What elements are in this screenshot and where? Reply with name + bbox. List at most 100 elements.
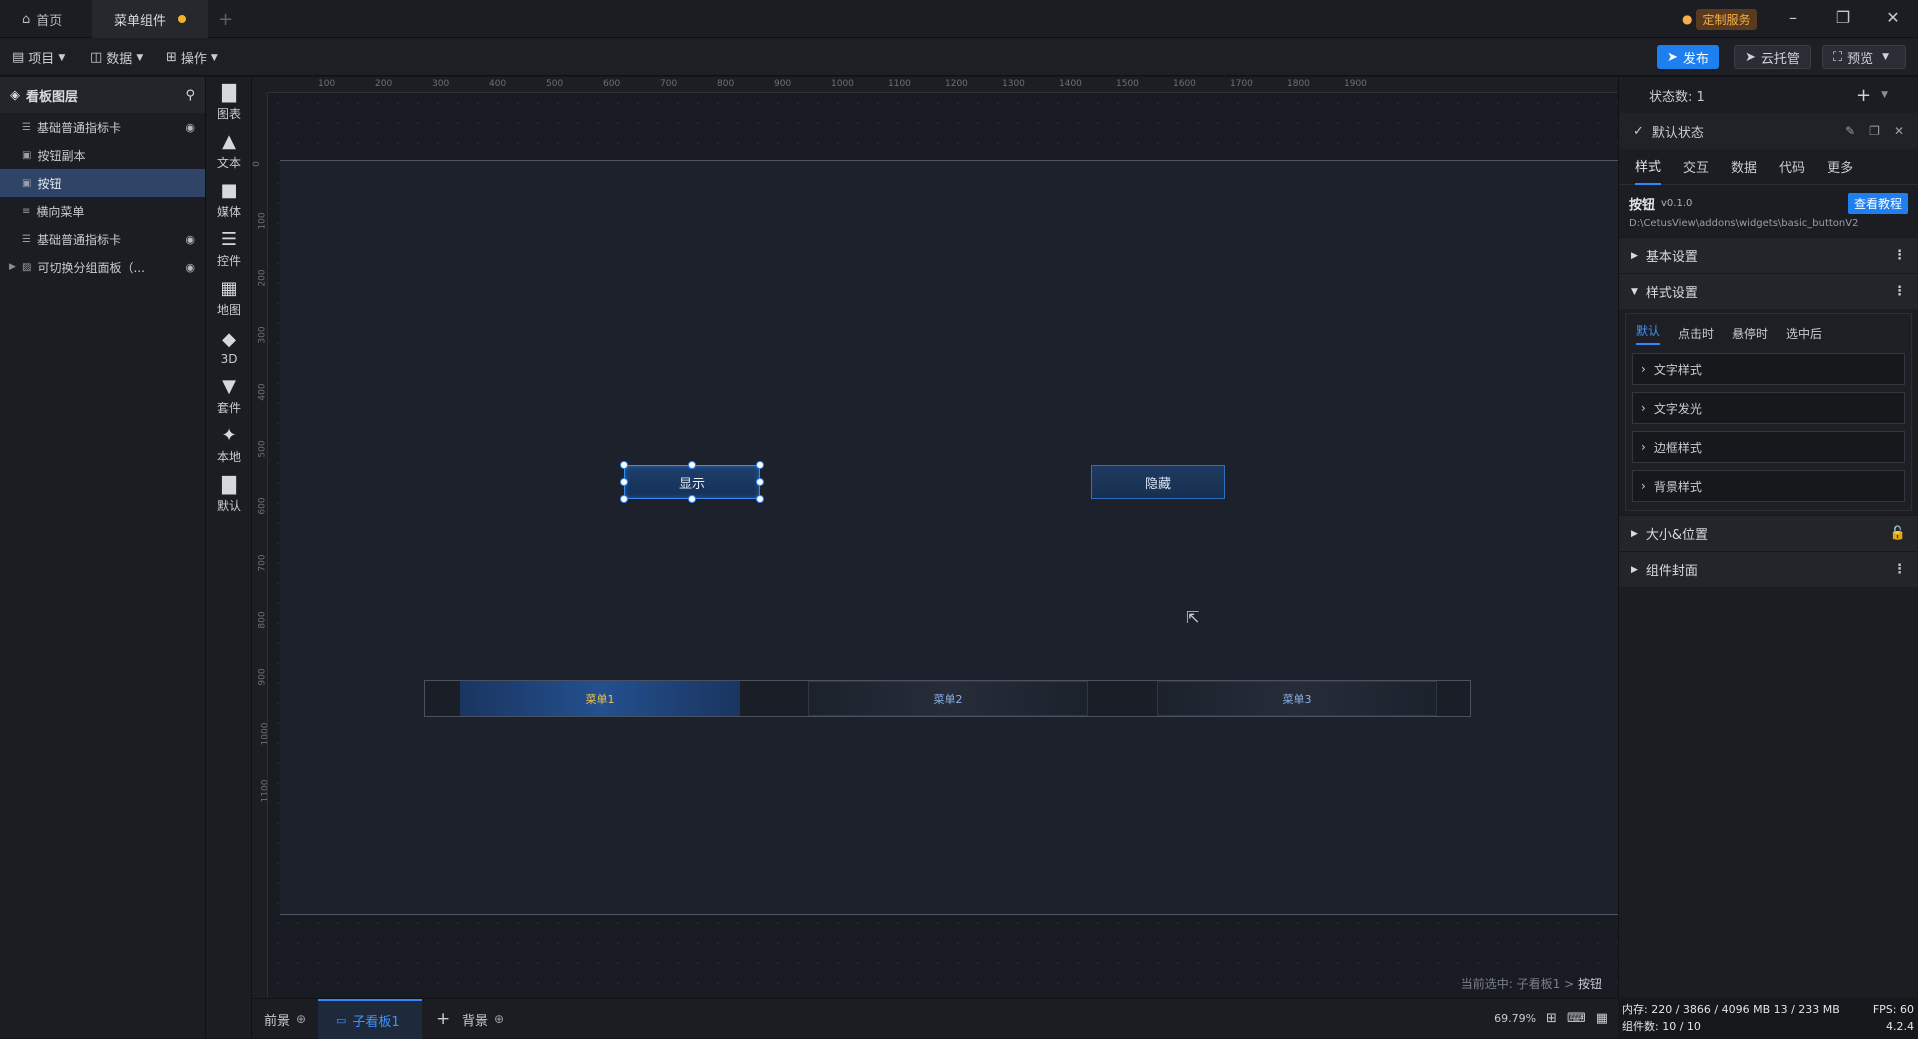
chart-layer-icon: ☰	[22, 233, 31, 245]
custom-service-button[interactable]: ● 定制服务	[1682, 8, 1757, 30]
layer-item[interactable]: ▶ ▨ 可切换分组面板（... ◉	[0, 253, 205, 281]
text-style-item[interactable]: › 文字样式	[1632, 353, 1905, 385]
search-icon[interactable]: ⚲	[185, 88, 195, 103]
style-tab-default[interactable]: 默认	[1636, 322, 1661, 345]
fit-screen-icon[interactable]: ⊞	[1546, 1011, 1557, 1026]
show-button-label: 显示	[678, 476, 705, 492]
dashboard-stage[interactable]: 显示 隐藏 菜单1 菜单2 菜单3 ⇱	[280, 160, 1618, 915]
resize-handle[interactable]	[688, 461, 696, 469]
hide-button-widget[interactable]: 隐藏	[1091, 465, 1225, 499]
bar-chart-icon: ▇	[222, 474, 236, 495]
more-vertical-icon[interactable]: ⋮	[1893, 284, 1906, 299]
resize-handle[interactable]	[620, 461, 628, 469]
show-button-widget[interactable]: 显示	[624, 465, 760, 499]
eye-hidden-icon[interactable]: ◉	[185, 233, 195, 246]
preview-button[interactable]: ⛶ 预览 ▼	[1822, 45, 1906, 69]
tab-code[interactable]: 代码	[1779, 157, 1805, 176]
ruler-tick-label: 1300	[1002, 79, 1025, 89]
resize-handle[interactable]	[620, 495, 628, 503]
view-tutorial-button[interactable]: 查看教程	[1847, 193, 1908, 214]
layer-item[interactable]: ≡ 横向菜单	[0, 197, 205, 225]
add-tab-icon[interactable]: +	[218, 9, 233, 30]
resize-handle[interactable]	[756, 495, 764, 503]
menu-item-1[interactable]: 菜单1	[460, 681, 740, 716]
layer-item[interactable]: ▣ 按钮副本	[0, 141, 205, 169]
memory-usage: 内存: 220 / 3866 / 4096 MB 13 / 233 MB	[1622, 1003, 1840, 1016]
style-tab-click[interactable]: 点击时	[1678, 325, 1714, 342]
copy-icon[interactable]: ❐	[1869, 124, 1880, 138]
lock-icon[interactable]: 🔓	[1890, 526, 1906, 541]
layer-item[interactable]: ☰ 基础普通指标卡 ◉	[0, 225, 205, 253]
component-category[interactable]: ▇ 默认	[206, 469, 252, 521]
add-subboard-icon[interactable]: +	[436, 999, 450, 1039]
text-glow-item[interactable]: › 文字发光	[1632, 392, 1905, 424]
add-circle-icon[interactable]: ⊕	[296, 1012, 306, 1026]
horizontal-menu-widget[interactable]: 菜单1 菜单2 菜单3	[424, 680, 1471, 717]
minimize-icon[interactable]: –	[1782, 8, 1804, 27]
keyboard-icon[interactable]: ⌨	[1567, 1011, 1586, 1026]
menu-project[interactable]: ▤ 项目 ▼	[12, 48, 65, 67]
component-category[interactable]: ☰ 控件	[206, 224, 252, 276]
close-icon[interactable]: ✕	[1882, 8, 1904, 27]
zoom-level[interactable]: 69.79%	[1494, 1012, 1536, 1025]
component-category[interactable]: ▼ 套件	[206, 371, 252, 423]
border-style-item[interactable]: › 边框样式	[1632, 431, 1905, 463]
add-circle-icon[interactable]: ⊕	[494, 1012, 504, 1026]
terminal-icon[interactable]: ▦	[1596, 1011, 1608, 1026]
edit-icon[interactable]: ✎	[1845, 124, 1855, 138]
section-size-position[interactable]: ▶ 大小&位置 🔓	[1619, 515, 1918, 551]
caret-right-icon[interactable]: ▶	[9, 262, 16, 272]
section-basic-settings[interactable]: ▶ 基本设置 ⋮	[1619, 237, 1918, 273]
resize-handle[interactable]	[756, 461, 764, 469]
layer-item[interactable]: ☰ 基础普通指标卡 ◉	[0, 113, 205, 141]
tab-more[interactable]: 更多	[1827, 157, 1853, 176]
tab-foreground[interactable]: 前景 ⊕	[264, 999, 306, 1039]
resize-handle[interactable]	[688, 495, 696, 503]
layer-item[interactable]: ▣ 按钮	[0, 169, 205, 197]
eye-hidden-icon[interactable]: ◉	[185, 121, 195, 134]
tab-menu-component[interactable]: 菜单组件	[92, 0, 208, 38]
publish-button[interactable]: ➤ 发布	[1657, 45, 1719, 69]
component-category[interactable]: ◆ 3D	[206, 322, 252, 374]
tab-style[interactable]: 样式	[1635, 148, 1662, 185]
menu-data[interactable]: ◫ 数据 ▼	[90, 48, 143, 67]
ruler-tick-label: 1100	[260, 779, 268, 803]
eye-hidden-icon[interactable]: ◉	[185, 261, 195, 274]
resize-handle[interactable]	[756, 478, 764, 486]
default-state-label: 默认状态	[1651, 125, 1704, 141]
component-category[interactable]: ✦ 本地	[206, 420, 252, 472]
default-state-row[interactable]: ✓ 默认状态 ✎ ❐ ✕	[1619, 113, 1918, 149]
close-icon[interactable]: ✕	[1894, 124, 1904, 138]
add-state-icon[interactable]: +	[1856, 85, 1871, 106]
canvas-area[interactable]: 100 200 300 400 500 600 700 800 900 1000 1100 1200 1…	[252, 77, 1618, 998]
tab-background[interactable]: 背景 ⊕	[462, 999, 504, 1039]
cloud-host-button[interactable]: ➤ 云托管	[1734, 45, 1811, 69]
resize-handle[interactable]	[620, 478, 628, 486]
background-style-item[interactable]: › 背景样式	[1632, 470, 1905, 502]
menu-item-3[interactable]: 菜单3	[1157, 681, 1437, 716]
menu-item-2[interactable]: 菜单2	[808, 681, 1088, 716]
style-tab-selected[interactable]: 选中后	[1786, 325, 1822, 342]
section-style-settings[interactable]: ▼ 样式设置 ⋮	[1619, 273, 1918, 309]
section-component-cover[interactable]: ▶ 组件封面 ⋮	[1619, 551, 1918, 587]
ruler-tick-label: 500	[546, 79, 564, 89]
check-icon: ✓	[1633, 123, 1644, 139]
more-vertical-icon[interactable]: ⋮	[1893, 562, 1906, 577]
tab-home[interactable]: ⌂ 首页	[0, 0, 92, 38]
restore-icon[interactable]: ❐	[1832, 8, 1854, 27]
more-vertical-icon[interactable]: ⋮	[1893, 248, 1906, 263]
tab-interaction[interactable]: 交互	[1683, 157, 1709, 176]
text-glow-label: 文字发光	[1653, 401, 1702, 416]
ruler-corner	[252, 77, 268, 93]
component-category[interactable]: ■ 媒体	[206, 175, 252, 227]
chevron-down-icon[interactable]: ▼	[1881, 90, 1888, 100]
status-bar: 内存: 220 / 3866 / 4096 MB 13 / 233 MB FPS…	[1618, 998, 1918, 1038]
component-category[interactable]: ▦ 地图	[206, 273, 252, 325]
style-tab-hover[interactable]: 悬停时	[1732, 325, 1768, 342]
menu-operation[interactable]: ⊞ 操作 ▼	[166, 48, 218, 67]
component-category-label: 文本	[216, 156, 241, 170]
component-category[interactable]: ▲ 文本	[206, 126, 252, 178]
component-category[interactable]: ▇ 图表	[206, 77, 252, 129]
tab-subboard-1[interactable]: ▭ 子看板1	[318, 999, 422, 1039]
tab-data[interactable]: 数据	[1731, 157, 1757, 176]
